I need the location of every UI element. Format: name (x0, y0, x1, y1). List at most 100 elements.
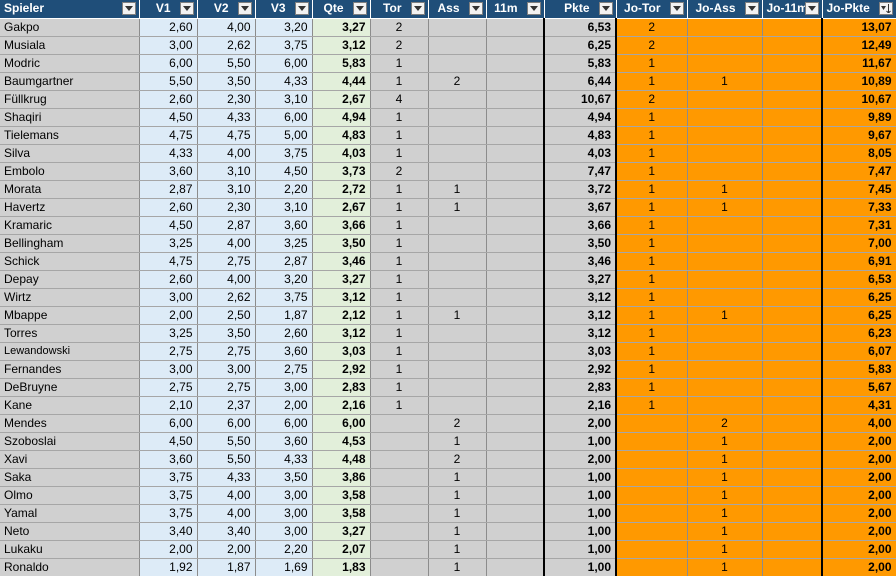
cell-tor[interactable] (370, 432, 429, 451)
cell-pkte[interactable]: 7,47 (543, 162, 617, 181)
cell-qte[interactable]: 3,03 (312, 342, 371, 361)
cell-jo-tor[interactable] (616, 540, 688, 559)
cell-elf[interactable] (486, 162, 545, 181)
cell-v1[interactable]: 3,40 (139, 522, 198, 541)
filter-dropdown-icon[interactable] (804, 2, 819, 15)
cell-jo-tor[interactable]: 1 (616, 360, 688, 379)
cell-qte[interactable]: 5,83 (312, 54, 371, 73)
cell-v1[interactable]: 6,00 (139, 414, 198, 433)
cell-jo-tor[interactable] (616, 450, 688, 469)
cell-v3[interactable]: 2,87 (255, 252, 313, 271)
cell-tor[interactable] (370, 414, 429, 433)
cell-pkte[interactable]: 1,00 (543, 486, 617, 505)
cell-player-name[interactable]: Mendes (0, 414, 140, 433)
cell-pkte[interactable]: 3,50 (543, 234, 617, 253)
cell-jo-ass[interactable]: 1 (687, 522, 763, 541)
cell-v3[interactable]: 3,00 (255, 486, 313, 505)
cell-pkte[interactable]: 2,00 (543, 414, 617, 433)
cell-v2[interactable]: 2,62 (197, 36, 256, 55)
cell-jo-pkte[interactable]: 2,00 (821, 540, 896, 559)
cell-v1[interactable]: 4,75 (139, 252, 198, 271)
cell-player-name[interactable]: Xavi (0, 450, 140, 469)
filter-dropdown-icon[interactable] (598, 2, 613, 15)
cell-v2[interactable]: 2,37 (197, 396, 256, 415)
cell-jo-tor[interactable] (616, 558, 688, 576)
cell-jo-ass[interactable] (687, 36, 763, 55)
cell-v3[interactable]: 3,75 (255, 288, 313, 307)
cell-jo-ass[interactable] (687, 90, 763, 109)
cell-jo-ass[interactable] (687, 18, 763, 37)
cell-v3[interactable]: 3,60 (255, 432, 313, 451)
cell-ass[interactable] (428, 270, 487, 289)
cell-jo-pkte[interactable]: 2,00 (821, 504, 896, 523)
cell-jo-pkte[interactable]: 6,23 (821, 324, 896, 343)
cell-pkte[interactable]: 4,83 (543, 126, 617, 145)
cell-qte[interactable]: 4,44 (312, 72, 371, 91)
cell-jo-elf[interactable] (762, 486, 823, 505)
cell-qte[interactable]: 3,86 (312, 468, 371, 487)
cell-qte[interactable]: 4,03 (312, 144, 371, 163)
cell-v3[interactable]: 3,10 (255, 198, 313, 217)
cell-jo-ass[interactable] (687, 234, 763, 253)
cell-ass[interactable]: 2 (428, 72, 487, 91)
cell-qte[interactable]: 2,92 (312, 360, 371, 379)
cell-v2[interactable]: 3,00 (197, 360, 256, 379)
cell-qte[interactable]: 2,72 (312, 180, 371, 199)
cell-player-name[interactable]: Baumgartner (0, 72, 140, 91)
cell-qte[interactable]: 6,00 (312, 414, 371, 433)
cell-jo-elf[interactable] (762, 18, 823, 37)
cell-tor[interactable]: 1 (370, 396, 429, 415)
cell-elf[interactable] (486, 468, 545, 487)
filter-dropdown-icon[interactable] (669, 2, 684, 15)
cell-v1[interactable]: 3,00 (139, 36, 198, 55)
cell-pkte[interactable]: 2,83 (543, 378, 617, 397)
cell-jo-ass[interactable] (687, 252, 763, 271)
cell-tor[interactable] (370, 540, 429, 559)
cell-v3[interactable]: 4,33 (255, 450, 313, 469)
cell-jo-elf[interactable] (762, 540, 823, 559)
cell-v2[interactable]: 3,50 (197, 324, 256, 343)
cell-qte[interactable]: 3,73 (312, 162, 371, 181)
cell-jo-tor[interactable]: 1 (616, 342, 688, 361)
cell-v2[interactable]: 3,10 (197, 162, 256, 181)
cell-player-name[interactable]: Havertz (0, 198, 140, 217)
cell-ass[interactable] (428, 342, 487, 361)
cell-tor[interactable] (370, 504, 429, 523)
cell-ass[interactable]: 2 (428, 414, 487, 433)
cell-player-name[interactable]: Olmo (0, 486, 140, 505)
cell-v1[interactable]: 5,50 (139, 72, 198, 91)
cell-jo-ass[interactable]: 1 (687, 72, 763, 91)
cell-v1[interactable]: 1,92 (139, 558, 198, 576)
filter-dropdown-icon[interactable] (526, 2, 541, 15)
filter-dropdown-icon[interactable] (410, 2, 425, 15)
cell-jo-tor[interactable]: 1 (616, 252, 688, 271)
cell-jo-tor[interactable]: 1 (616, 144, 688, 163)
cell-jo-ass[interactable] (687, 216, 763, 235)
cell-pkte[interactable]: 3,12 (543, 324, 617, 343)
cell-jo-ass[interactable] (687, 108, 763, 127)
cell-v2[interactable]: 3,10 (197, 180, 256, 199)
cell-v2[interactable]: 4,75 (197, 126, 256, 145)
cell-jo-tor[interactable]: 1 (616, 270, 688, 289)
cell-pkte[interactable]: 1,00 (543, 468, 617, 487)
cell-player-name[interactable]: Torres (0, 324, 140, 343)
cell-jo-tor[interactable]: 2 (616, 36, 688, 55)
cell-jo-pkte[interactable]: 6,25 (821, 288, 896, 307)
cell-pkte[interactable]: 1,00 (543, 522, 617, 541)
cell-pkte[interactable]: 2,92 (543, 360, 617, 379)
cell-jo-ass[interactable]: 1 (687, 486, 763, 505)
cell-pkte[interactable]: 1,00 (543, 432, 617, 451)
cell-v1[interactable]: 2,00 (139, 540, 198, 559)
cell-jo-pkte[interactable]: 7,47 (821, 162, 896, 181)
cell-elf[interactable] (486, 126, 545, 145)
cell-v2[interactable]: 4,00 (197, 234, 256, 253)
cell-v3[interactable]: 6,00 (255, 108, 313, 127)
cell-qte[interactable]: 2,83 (312, 378, 371, 397)
cell-ass[interactable] (428, 216, 487, 235)
cell-ass[interactable] (428, 90, 487, 109)
cell-v1[interactable]: 3,60 (139, 450, 198, 469)
cell-jo-ass[interactable]: 1 (687, 180, 763, 199)
cell-v3[interactable]: 3,20 (255, 270, 313, 289)
cell-v1[interactable]: 3,75 (139, 504, 198, 523)
cell-pkte[interactable]: 3,72 (543, 180, 617, 199)
